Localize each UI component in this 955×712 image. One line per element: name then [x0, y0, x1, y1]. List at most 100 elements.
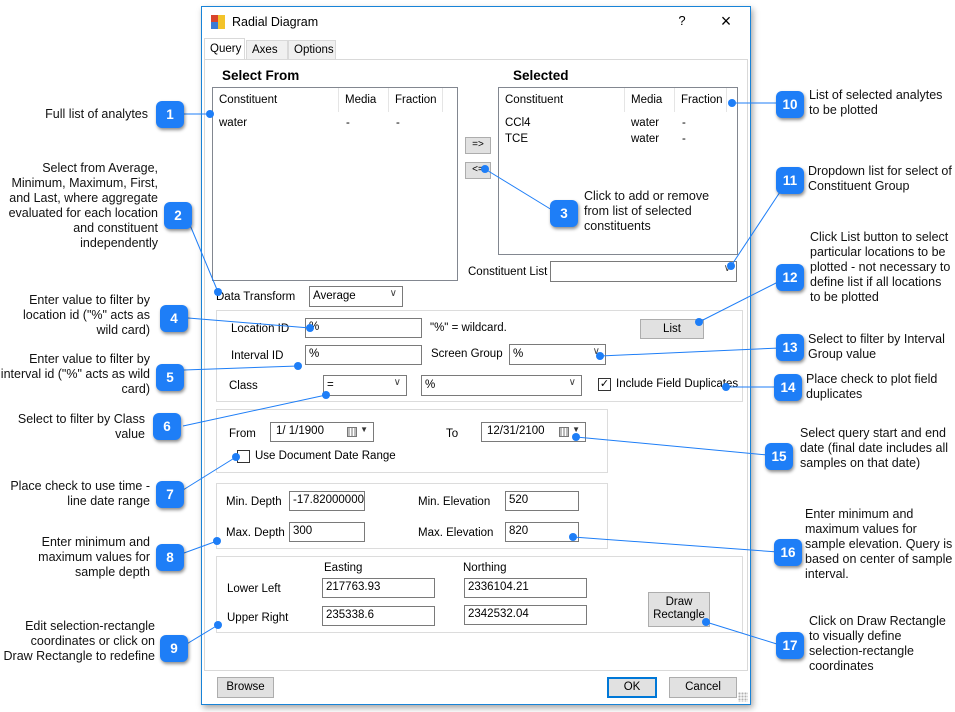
wildcard-hint: "%" = wildcard.	[430, 322, 507, 334]
data-transform-label: Data Transform	[216, 291, 296, 303]
include-field-duplicates-checkbox[interactable]: ✓	[598, 378, 611, 391]
target-dot-12	[695, 318, 703, 326]
target-dot-16	[569, 533, 577, 541]
target-dot-10	[728, 99, 736, 107]
add-button[interactable]: =>	[465, 137, 491, 154]
upper-right-label: Upper Right	[227, 612, 289, 624]
upper-right-northing-input[interactable]: 2342532.04	[464, 605, 587, 625]
column-header-constituent[interactable]: Constituent	[213, 88, 339, 112]
min-elevation-input[interactable]: 520	[505, 491, 579, 511]
annotation-text-8: Enter minimum and maximum values for sam…	[38, 535, 150, 579]
to-date-value: 12/31/2100	[487, 425, 545, 437]
lower-left-label: Lower Left	[227, 583, 281, 595]
target-dot-7	[232, 453, 240, 461]
cell-media: water	[631, 133, 660, 145]
target-dot-8	[213, 537, 221, 545]
query-tab-panel: Select From Constituent Media Fraction w…	[204, 59, 748, 671]
class-label: Class	[229, 380, 258, 392]
annotation-badge-14: 14	[774, 374, 802, 401]
min-elevation-label: Min. Elevation	[418, 496, 491, 508]
northing-header: Northing	[463, 562, 507, 574]
annotation-text-17: Click on Draw Rectangle to visually defi…	[809, 614, 946, 673]
target-dot-17	[702, 618, 710, 626]
lower-left-northing-input[interactable]: 2336104.21	[464, 578, 587, 598]
annotation-text-4: Enter value to filter by location id ("%…	[23, 293, 150, 337]
cancel-button[interactable]: Cancel	[669, 677, 737, 698]
column-header-media[interactable]: Media	[339, 88, 389, 112]
screen-group-dropdown[interactable]: % ∨	[509, 344, 606, 365]
interval-id-input[interactable]: %	[305, 345, 422, 365]
annotation-text-9: Edit selection-rectangle coordinates or …	[3, 619, 155, 663]
column-header-fraction[interactable]: Fraction	[675, 88, 727, 112]
annotation-badge-6: 6	[153, 413, 181, 440]
draw-rectangle-line1: Draw	[665, 596, 693, 608]
annotation-badge-12: 12	[776, 264, 804, 291]
data-transform-dropdown[interactable]: Average ∨	[309, 286, 403, 307]
annotation-badge-15: 15	[765, 443, 793, 470]
class-operator-value: =	[327, 379, 334, 391]
column-header-fraction[interactable]: Fraction	[389, 88, 443, 112]
select-from-list[interactable]: Constituent Media Fraction water - -	[212, 87, 458, 281]
column-header-constituent[interactable]: Constituent	[499, 88, 625, 112]
annotation-text-11: Dropdown list for select of Constituent …	[808, 164, 952, 193]
column-header-media[interactable]: Media	[625, 88, 675, 112]
target-dot-14	[722, 383, 730, 391]
max-elevation-label: Max. Elevation	[418, 527, 494, 539]
location-id-input[interactable]: %	[305, 318, 422, 338]
annotation-badge-4: 4	[160, 305, 188, 332]
to-date-picker[interactable]: 12/31/2100 ▼	[481, 422, 586, 442]
target-dot-3	[481, 165, 489, 173]
class-value-dropdown[interactable]: % ∨	[421, 375, 582, 396]
selected-heading: Selected	[513, 68, 569, 83]
tab-options[interactable]: Options	[288, 40, 336, 59]
min-depth-label: Min. Depth	[226, 496, 282, 508]
target-dot-13	[596, 352, 604, 360]
close-button[interactable]: ×	[714, 11, 738, 31]
help-button[interactable]: ?	[672, 13, 692, 31]
target-dot-6	[322, 391, 330, 399]
from-date-picker[interactable]: 1/ 1/1900 ▼	[270, 422, 374, 442]
target-dot-4	[306, 324, 314, 332]
cell-constituent: CCl4	[505, 117, 531, 129]
cell-constituent: water	[219, 117, 248, 129]
max-elevation-input[interactable]: 820	[505, 522, 579, 542]
use-document-date-range-label: Use Document Date Range	[255, 450, 396, 462]
constituent-list-dropdown[interactable]: ∨	[550, 261, 737, 282]
calendar-icon	[559, 427, 569, 437]
calendar-icon	[347, 427, 357, 437]
tab-axes[interactable]: Axes	[246, 40, 288, 59]
target-dot-15	[572, 433, 580, 441]
data-transform-value: Average	[313, 290, 356, 302]
annotation-badge-8: 8	[156, 544, 184, 571]
chevron-down-icon: ∨	[389, 288, 397, 299]
browse-button[interactable]: Browse	[217, 677, 274, 698]
cell-constituent: TCE	[505, 133, 528, 145]
interval-id-label: Interval ID	[231, 350, 284, 362]
annotation-badge-5: 5	[156, 364, 184, 391]
max-depth-input[interactable]: 300	[289, 522, 365, 542]
select-from-heading: Select From	[222, 68, 300, 83]
dropdown-arrow-icon: ▼	[360, 425, 368, 434]
target-dot-9	[214, 621, 222, 629]
radial-diagram-dialog: Radial Diagram ? × Query Axes Options Se…	[201, 6, 751, 705]
app-icon	[211, 15, 225, 29]
draw-rectangle-button[interactable]: Draw Rectangle	[648, 592, 710, 627]
annotation-badge-1: 1	[156, 101, 184, 128]
cell-fraction: -	[682, 133, 686, 145]
cell-media: water	[631, 117, 660, 129]
window-title: Radial Diagram	[232, 15, 319, 29]
annotation-badge-3: 3	[550, 200, 578, 227]
class-operator-dropdown[interactable]: = ∨	[323, 375, 407, 396]
lower-left-easting-input[interactable]: 217763.93	[322, 578, 435, 598]
upper-right-easting-input[interactable]: 235338.6	[322, 606, 435, 626]
annotation-text-6: Select to filter by Class value	[17, 412, 145, 441]
min-depth-input[interactable]: -17.82000000(	[289, 491, 365, 511]
resize-grip[interactable]	[738, 692, 748, 702]
include-field-duplicates-label: Include Field Duplicates	[616, 378, 739, 390]
target-dot-11	[727, 262, 735, 270]
draw-rectangle-line2: Rectangle	[653, 609, 705, 621]
title-bar: Radial Diagram ? ×	[202, 7, 750, 37]
ok-button[interactable]: OK	[607, 677, 657, 698]
tab-query[interactable]: Query	[204, 38, 245, 60]
max-depth-label: Max. Depth	[226, 527, 285, 539]
